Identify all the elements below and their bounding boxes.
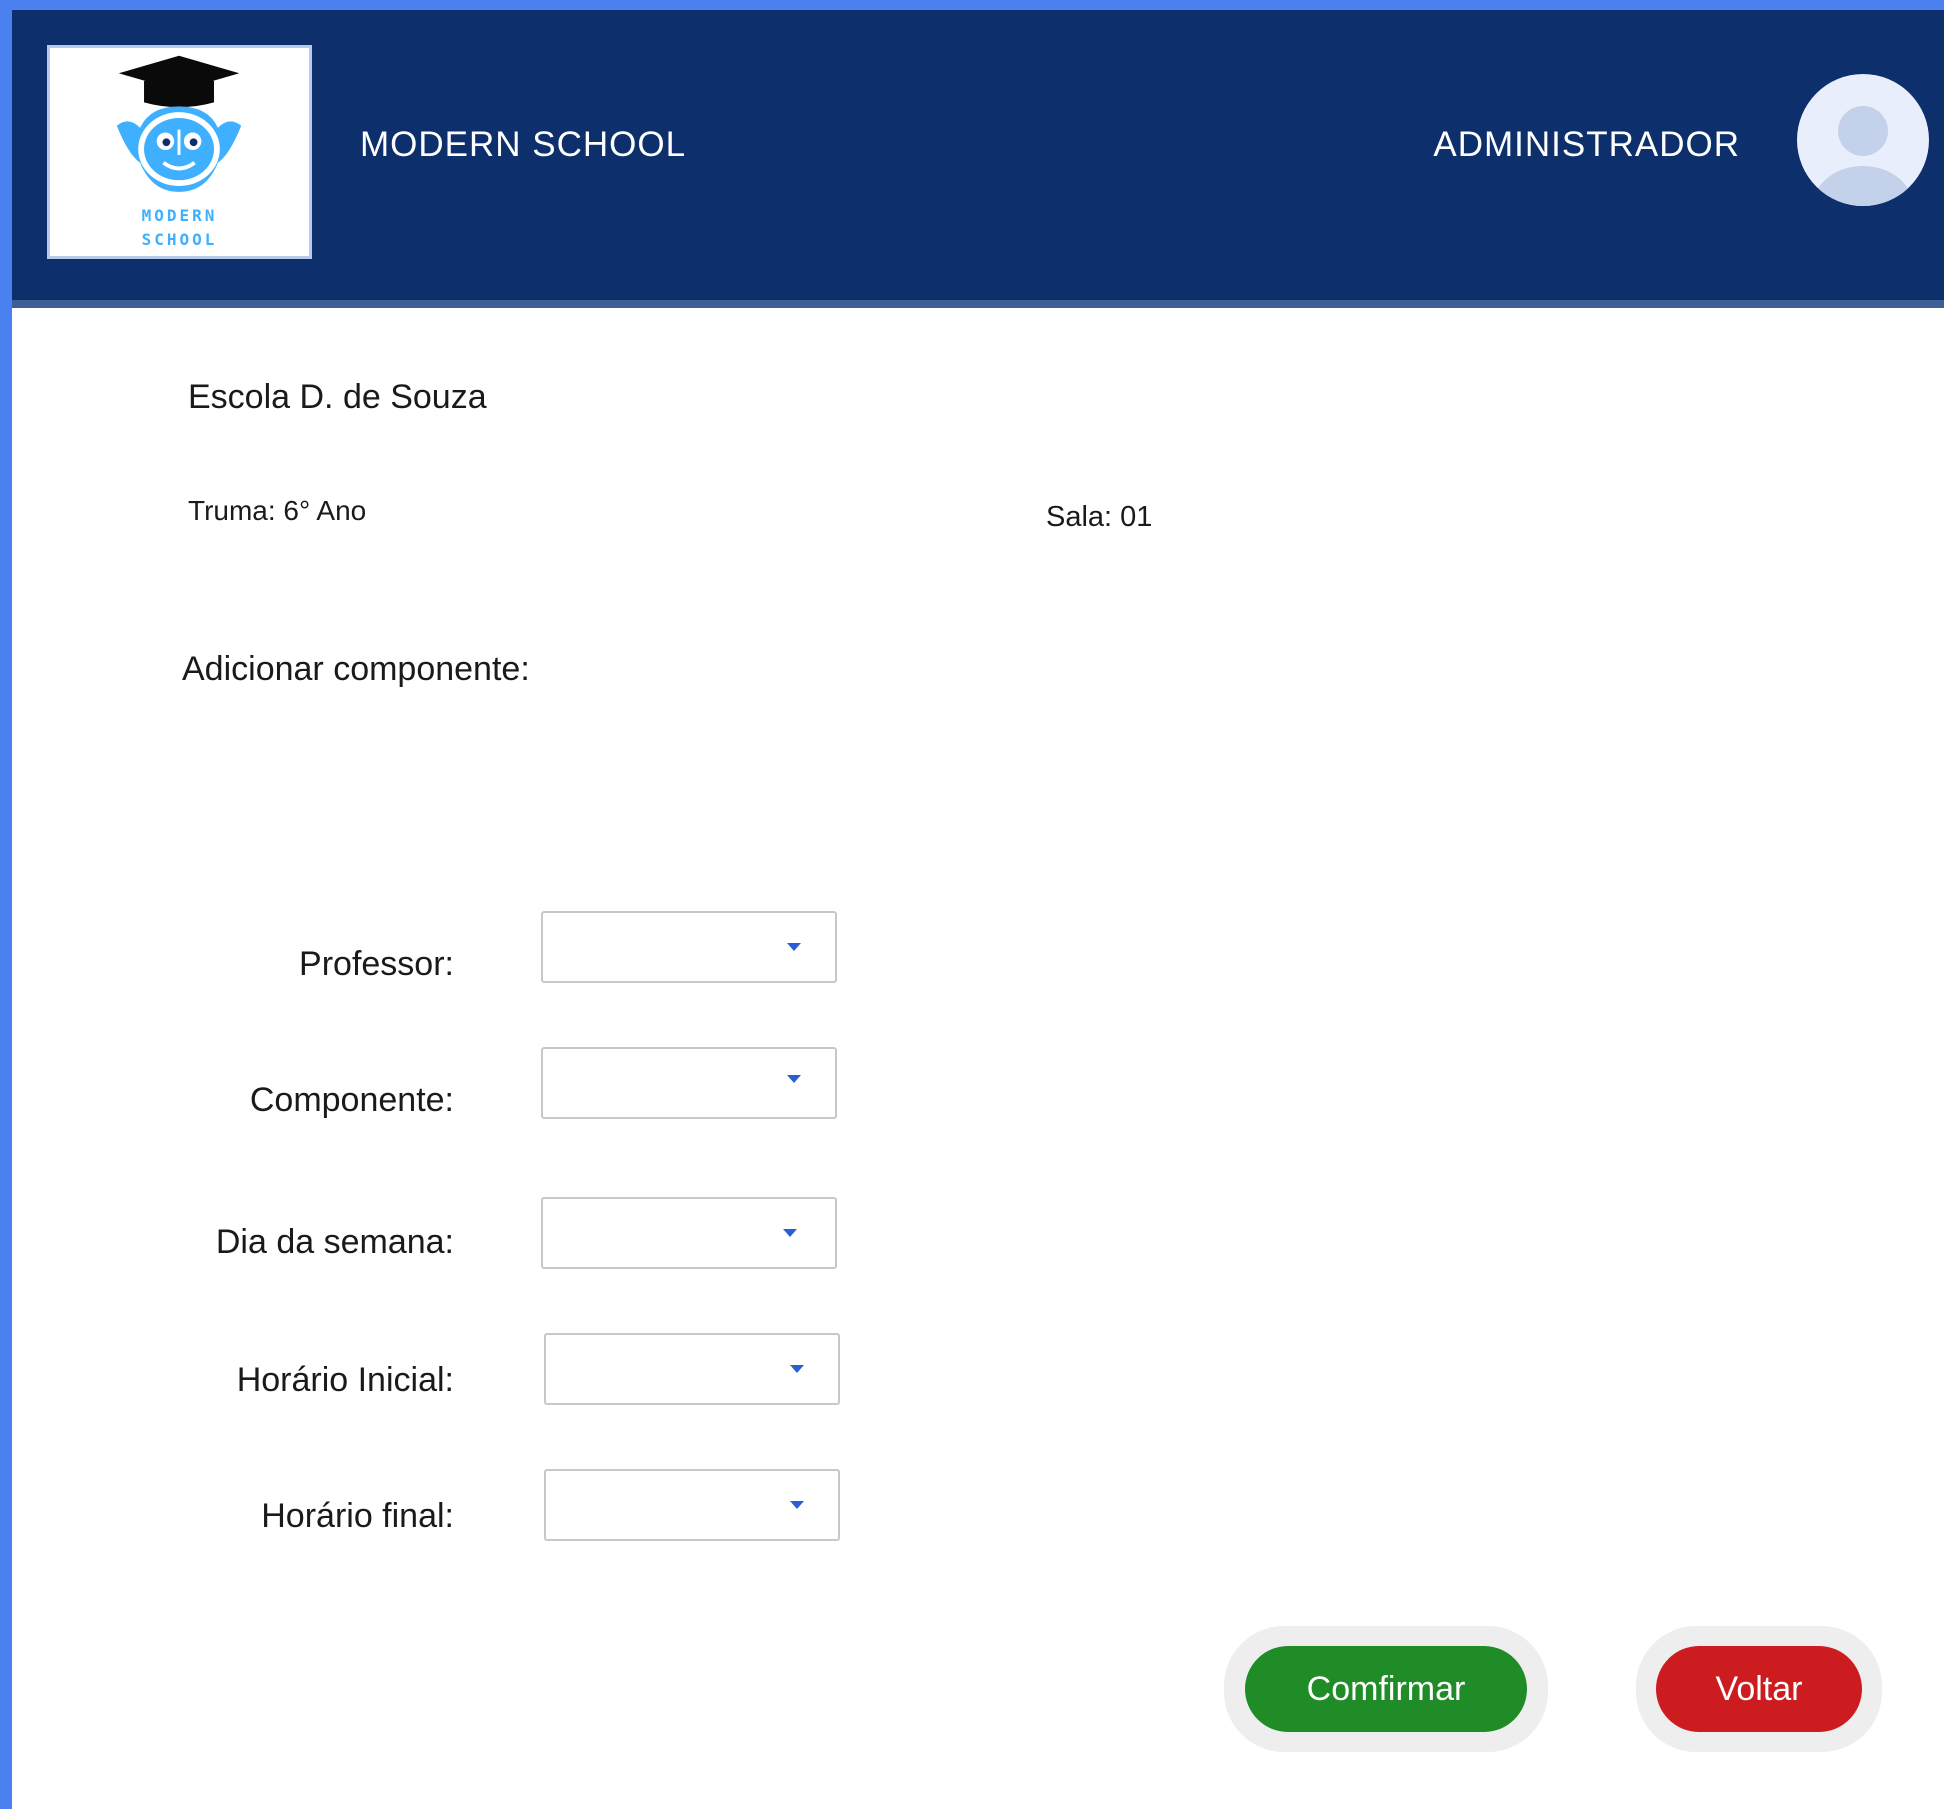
section-title: Adicionar componente: [182, 650, 530, 688]
user-avatar[interactable] [1797, 74, 1929, 206]
user-role-label: ADMINISTRADOR [1433, 125, 1740, 164]
dia-da-semana-label: Dia da semana: [215, 1223, 454, 1261]
horario-final-label: Horário final: [261, 1497, 454, 1535]
horario-inicial-select[interactable] [544, 1333, 840, 1405]
page-frame: MODERN SCHOOL MODERN SCHOOL ADMINISTRADO… [12, 10, 1944, 1809]
componente-select[interactable] [541, 1047, 837, 1119]
dia-da-semana-select[interactable] [541, 1197, 837, 1269]
logo-text-line1: MODERN [141, 206, 218, 225]
horario-inicial-label: Horário Inicial: [236, 1361, 454, 1399]
avatar-head-icon [1838, 106, 1888, 156]
back-button[interactable]: Voltar [1656, 1646, 1862, 1732]
room-label: Sala: 01 [1046, 501, 1153, 533]
chevron-down-icon [790, 1501, 804, 1509]
logo-text-line2: SCHOOL [141, 230, 218, 249]
avatar-body-icon [1813, 166, 1913, 206]
confirm-button[interactable]: Comfirmar [1245, 1646, 1527, 1732]
top-header: MODERN SCHOOL MODERN SCHOOL ADMINISTRADO… [12, 10, 1944, 308]
chevron-down-icon [787, 1075, 801, 1083]
school-name: Escola D. de Souza [188, 378, 487, 416]
chevron-down-icon [783, 1229, 797, 1237]
componente-label: Componente: [249, 1081, 454, 1119]
professor-label: Professor: [299, 945, 454, 983]
school-logo[interactable]: MODERN SCHOOL [47, 45, 312, 259]
chevron-down-icon [790, 1365, 804, 1373]
app-title: MODERN SCHOOL [360, 125, 687, 164]
chevron-down-icon [787, 943, 801, 951]
horario-final-select[interactable] [544, 1469, 840, 1541]
professor-select[interactable] [541, 911, 837, 983]
class-label: Truma: 6° Ano [188, 495, 367, 526]
